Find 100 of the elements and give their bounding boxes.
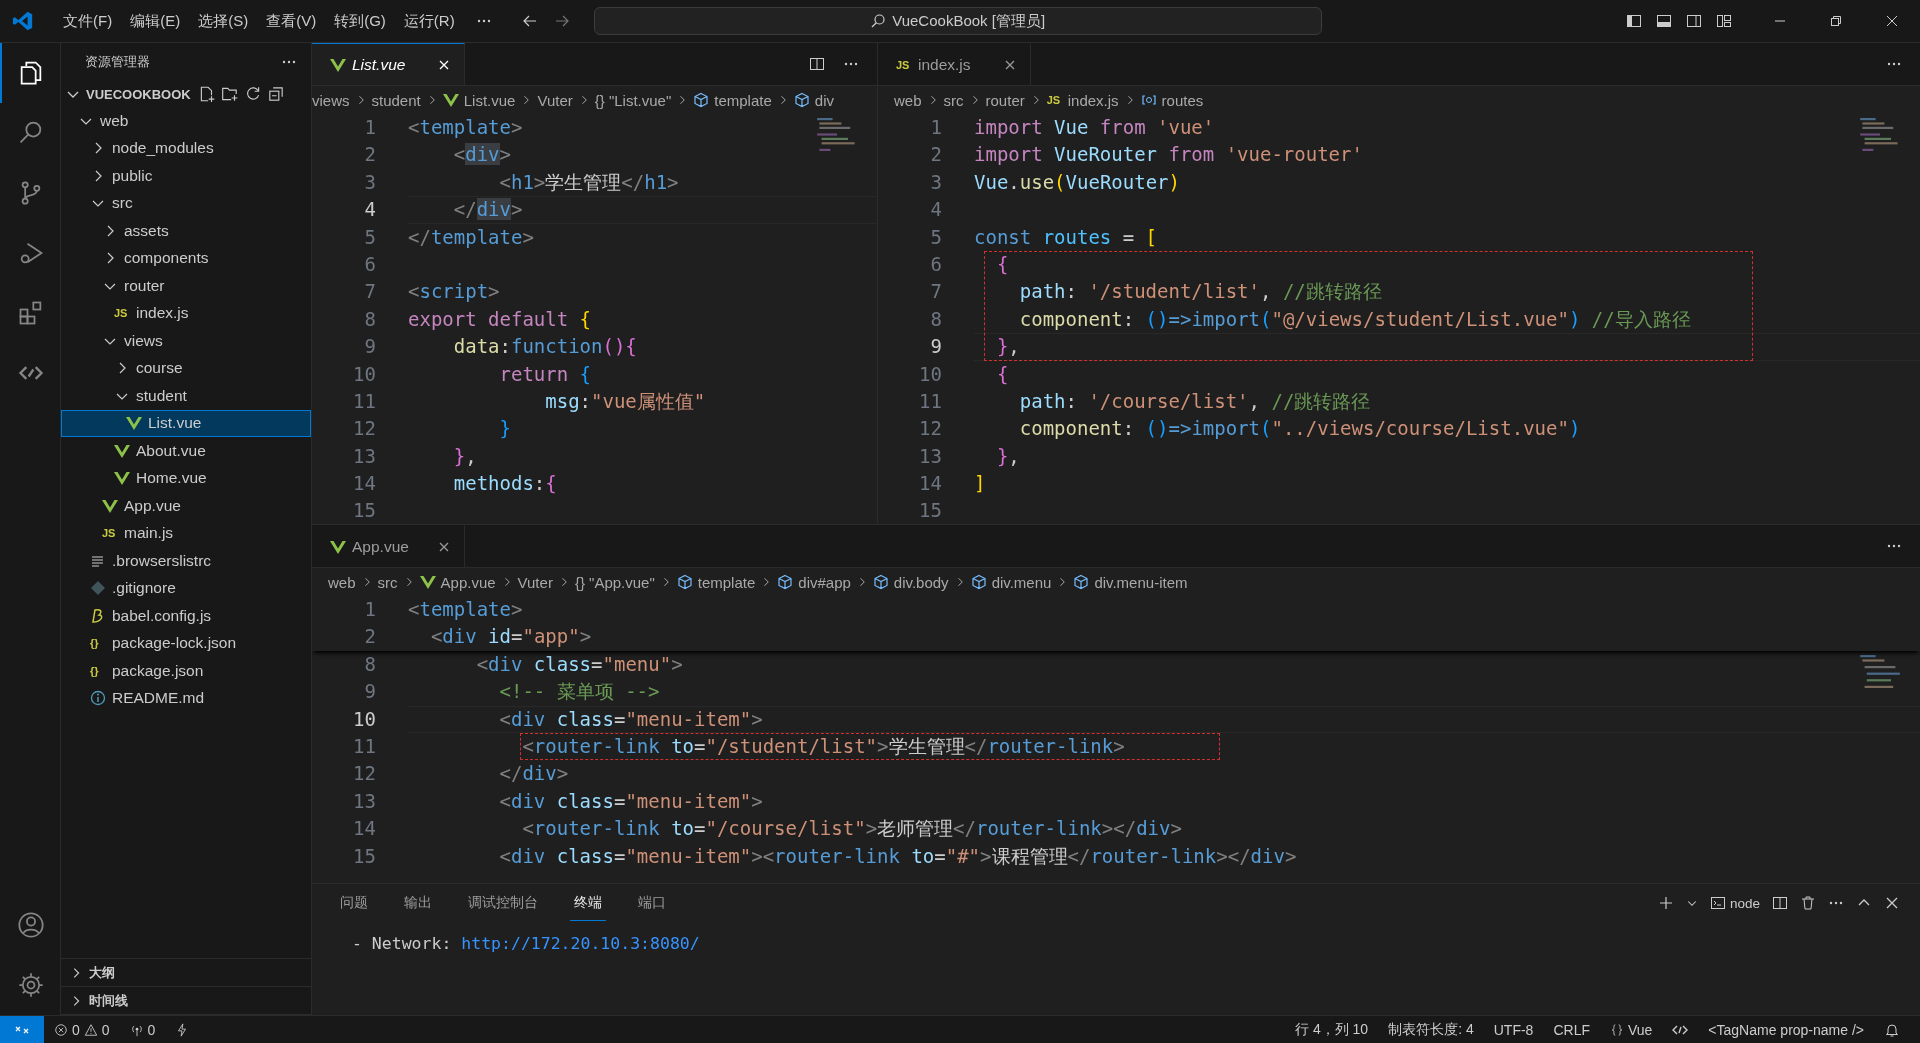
warning-icon bbox=[83, 1022, 98, 1037]
file-tree-item[interactable]: router bbox=[61, 272, 311, 300]
collapse-all-icon[interactable] bbox=[266, 85, 285, 103]
breadcrumb-item[interactable]: div.body bbox=[872, 573, 949, 591]
line-number: 7 bbox=[929, 279, 942, 305]
code-line: } bbox=[498, 417, 511, 440]
menu-item[interactable]: 文件(F) bbox=[54, 7, 122, 35]
layout-icon[interactable] bbox=[1716, 13, 1732, 29]
breadcrumb-item[interactable]: web bbox=[328, 573, 356, 591]
code-line: component: ()=>import("@/views/student/List.vue") //导入路径 bbox=[1018, 307, 1691, 330]
file-tree-item[interactable]: List.vue bbox=[61, 409, 311, 437]
file-tree-item[interactable]: JS main.js bbox=[61, 519, 311, 547]
line-number: 15 bbox=[352, 843, 376, 869]
add-icon[interactable] bbox=[1657, 895, 1674, 911]
workspace-name[interactable]: VUECOOKBOOK bbox=[86, 86, 191, 102]
panel-toggle-icon[interactable] bbox=[1656, 13, 1672, 29]
file-tree-item[interactable]: public bbox=[61, 162, 311, 190]
file-tree-item[interactable]: node_modules bbox=[61, 134, 311, 162]
file-tree-item[interactable]: JS index.js bbox=[61, 299, 311, 327]
new-folder-icon[interactable] bbox=[220, 85, 239, 103]
menu-item[interactable]: 转到(G) bbox=[325, 7, 395, 35]
file-type-icon: JS bbox=[1046, 94, 1063, 106]
code-line: import VueRouter from 'vue-router' bbox=[974, 143, 1363, 166]
problems-status[interactable]: 0 0 bbox=[54, 1021, 110, 1038]
line-ending-status[interactable]: CRLF bbox=[1553, 1021, 1590, 1038]
file-tree-item[interactable]: App.vue bbox=[61, 492, 311, 520]
breadcrumb-item[interactable]: src bbox=[377, 573, 398, 591]
file-tree-item[interactable]: course bbox=[61, 354, 311, 382]
trash-icon[interactable] bbox=[1800, 895, 1816, 911]
tag-hint-status[interactable]: <TagName prop-name /> bbox=[1708, 1021, 1864, 1038]
close-icon[interactable] bbox=[1884, 13, 1900, 29]
code-line: }, bbox=[995, 444, 1020, 467]
breadcrumb-item[interactable]: student bbox=[371, 91, 421, 109]
section-header[interactable]: 大纲 bbox=[61, 959, 311, 987]
panel-tab[interactable]: 调试控制台 bbox=[464, 885, 542, 921]
code-line: <div> bbox=[452, 143, 511, 166]
notifications-icon[interactable] bbox=[1884, 1021, 1900, 1038]
panel-tab[interactable]: 终端 bbox=[570, 885, 606, 921]
file-tree-item[interactable]: .browserslistrc bbox=[61, 547, 311, 575]
file-tree-item[interactable]: About.vue bbox=[61, 437, 311, 465]
panel-tab[interactable]: 输出 bbox=[400, 885, 436, 921]
breadcrumb-item[interactable]: JS index.js bbox=[1046, 91, 1119, 109]
breadcrumb-item[interactable]: template bbox=[676, 573, 756, 591]
file-tree-item[interactable]: .gitignore bbox=[61, 574, 311, 602]
back-arrow-icon[interactable] bbox=[521, 13, 538, 29]
vue-file-icon bbox=[102, 497, 118, 514]
breadcrumb-item[interactable]: views bbox=[312, 91, 350, 109]
sidebar-toggle-icon[interactable] bbox=[1626, 13, 1642, 29]
encoding-status[interactable]: UTF-8 bbox=[1493, 1021, 1534, 1038]
breadcrumb-item[interactable]: div bbox=[793, 91, 834, 109]
search-icon bbox=[870, 13, 887, 29]
secondary-sidebar-icon[interactable] bbox=[1686, 13, 1702, 29]
breadcrumb-item[interactable]: div.menu bbox=[970, 573, 1052, 591]
file-tree-item[interactable]: web bbox=[61, 107, 311, 135]
breadcrumb-item[interactable]: div.menu-item bbox=[1073, 573, 1188, 591]
breadcrumb-item[interactable]: {} "List.vue" bbox=[594, 91, 672, 109]
restore-icon[interactable] bbox=[1828, 13, 1844, 29]
panel-tab[interactable]: 问题 bbox=[336, 885, 372, 921]
menu-item[interactable]: 编辑(E) bbox=[121, 7, 190, 35]
file-tree-item[interactable]: {} package-lock.json bbox=[61, 629, 311, 657]
command-search-field[interactable]: VueCookBook [管理员] bbox=[593, 7, 1322, 35]
file-tree-item[interactable]: Home.vue bbox=[61, 464, 311, 492]
file-tree-item[interactable]: README.md bbox=[61, 684, 311, 712]
breadcrumb-item[interactable]: div#app bbox=[777, 573, 851, 591]
file-tree-item[interactable]: src bbox=[61, 189, 311, 217]
editor-tab[interactable]: List.vue bbox=[312, 43, 465, 85]
line-number: 4 bbox=[929, 197, 942, 223]
language-mode[interactable]: Vue bbox=[1609, 1021, 1653, 1038]
breadcrumb-item[interactable]: src bbox=[943, 91, 964, 109]
breadcrumb-item[interactable]: List.vue bbox=[442, 91, 516, 109]
file-tree-item[interactable]: assets bbox=[61, 217, 311, 245]
indentation-status[interactable]: 制表符长度: 4 bbox=[1388, 1020, 1474, 1039]
line-number: 13 bbox=[352, 788, 376, 814]
breadcrumb-item[interactable]: router bbox=[985, 91, 1025, 109]
menu-item[interactable]: 选择(S) bbox=[189, 7, 258, 35]
breadcrumb-item[interactable]: template bbox=[693, 91, 772, 109]
breadcrumb-item[interactable]: web bbox=[894, 91, 922, 109]
menu-item[interactable]: 运行(R) bbox=[394, 7, 464, 35]
panel-tab[interactable]: 端口 bbox=[634, 885, 670, 921]
breadcrumb-item[interactable]: App.vue bbox=[419, 573, 496, 591]
terminal-selector[interactable]: node bbox=[1709, 895, 1760, 911]
breadcrumb-item[interactable]: {} "App.vue" bbox=[574, 573, 655, 591]
file-tree-item[interactable]: components bbox=[61, 244, 311, 272]
file-tree-item[interactable]: babel.config.js bbox=[61, 602, 311, 630]
terminal-link[interactable]: http://172.20.10.3:8080/ bbox=[461, 934, 700, 953]
file-tree-item[interactable]: {} package.json bbox=[61, 657, 311, 685]
line-number: 2 bbox=[363, 142, 376, 168]
ports-status[interactable]: 0 bbox=[129, 1021, 156, 1038]
cursor-position[interactable]: 行 4，列 10 bbox=[1295, 1020, 1369, 1039]
line-number: 10 bbox=[352, 361, 376, 387]
file-tree-item[interactable]: views bbox=[61, 327, 311, 355]
split-editor-icon[interactable] bbox=[809, 56, 825, 72]
forward-arrow-icon[interactable] bbox=[553, 13, 570, 29]
split-terminal-icon[interactable] bbox=[1772, 895, 1788, 911]
breadcrumb-item[interactable]: Vuter bbox=[537, 91, 573, 109]
breadcrumb-item[interactable]: Vuter bbox=[517, 573, 553, 591]
close-icon[interactable] bbox=[1884, 895, 1900, 911]
breadcrumb-item[interactable]: routes bbox=[1140, 91, 1204, 109]
menu-item[interactable]: 查看(V) bbox=[257, 7, 326, 35]
file-tree-item[interactable]: student bbox=[61, 382, 311, 410]
